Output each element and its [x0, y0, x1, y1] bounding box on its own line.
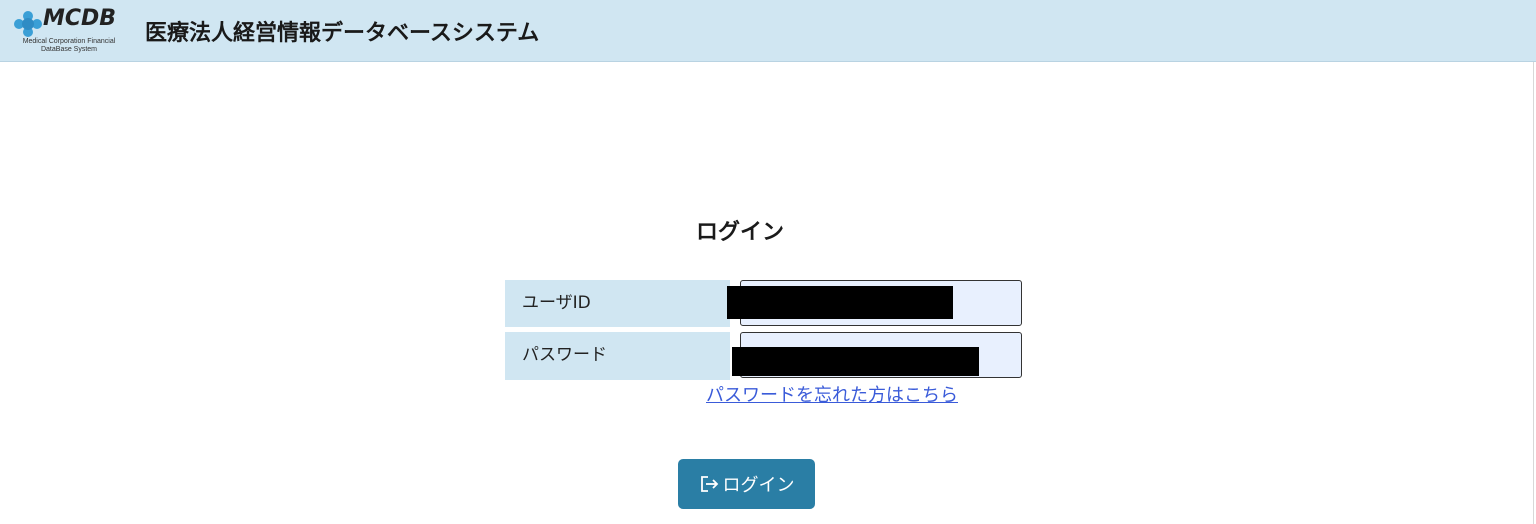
- logo-subtitle: Medical Corporation Financial DataBase S…: [13, 38, 125, 54]
- app-title: 医療法人経営情報データベースシステム: [145, 21, 540, 46]
- forgot-password-link[interactable]: パスワードを忘れた方はこちら: [706, 381, 958, 407]
- logo-subtitle-line1: Medical Corporation Financial: [22, 38, 116, 45]
- app-header: MCDB Medical Corporation Financial DataB…: [0, 0, 1536, 62]
- sign-in-icon: [700, 476, 718, 492]
- login-button-label: ログイン: [722, 475, 795, 496]
- logo-text: MCDB: [43, 6, 117, 31]
- redaction-block: [727, 286, 953, 319]
- user-id-label: ユーザID: [505, 280, 730, 327]
- login-button[interactable]: ログイン: [678, 459, 815, 509]
- logo-subtitle-line2: DataBase System: [40, 46, 98, 53]
- redaction-block: [732, 347, 979, 376]
- mcdb-logo: MCDB Medical Corporation Financial DataB…: [13, 6, 125, 56]
- login-title: ログイン: [695, 220, 784, 245]
- password-label: パスワード: [505, 332, 730, 380]
- medical-cross-icon: [14, 11, 42, 37]
- page-edge-divider: [1533, 62, 1534, 524]
